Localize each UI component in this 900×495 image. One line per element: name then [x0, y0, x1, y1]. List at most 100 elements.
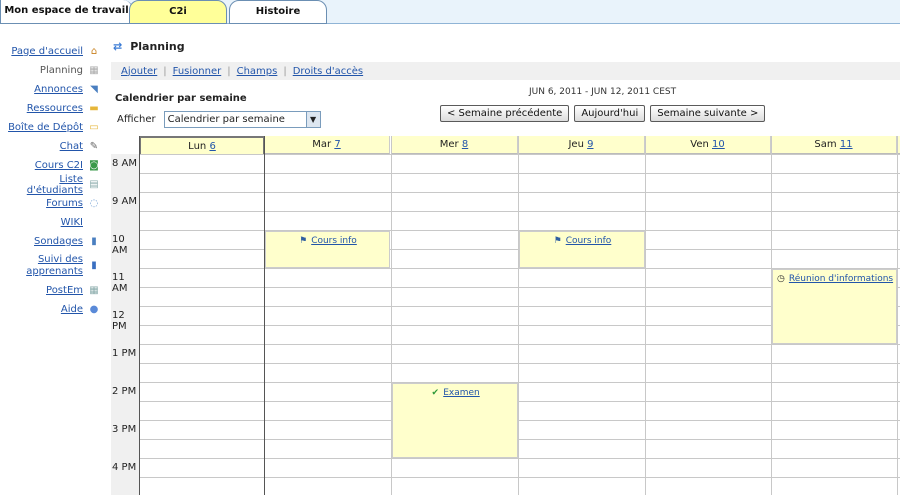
poll-icon: ▮ — [91, 235, 97, 247]
sidebar-item[interactable]: Aide ● — [0, 300, 104, 319]
check-icon: ✔ — [431, 388, 439, 398]
day-header: Ven 10 — [645, 136, 771, 154]
calendar-event[interactable]: ✔ Examen — [392, 383, 518, 458]
tab-bar: Mon espace de travail C2i Histoire — [0, 0, 900, 24]
sidebar-item-label: Planning — [39, 65, 83, 76]
hour-label: 9 AM — [112, 196, 138, 207]
forum-icon: ◌ — [89, 197, 99, 209]
flag-icon: ⚑ — [553, 236, 562, 246]
prev-week-button[interactable]: < Semaine précédente — [440, 105, 570, 122]
event-title[interactable]: Examen — [443, 388, 480, 398]
chat-icon: ✎ — [89, 140, 99, 152]
grid-row-line — [139, 382, 900, 383]
grid-col-line — [264, 136, 265, 495]
grid-row-line — [139, 420, 900, 421]
sidebar-item-label: Liste d'étudiants — [26, 173, 83, 196]
grid-row-line — [139, 363, 900, 364]
add-link[interactable]: Ajouter — [121, 66, 157, 77]
sidebar-item[interactable]: Forums ◌ — [0, 194, 104, 213]
roster-icon: ▤ — [89, 178, 99, 190]
hour-label: 2 PM — [112, 386, 137, 397]
help-icon: ● — [89, 303, 99, 315]
day-name: Mer — [439, 139, 459, 150]
sidebar-item[interactable]: Planning ▦ — [0, 61, 104, 80]
week-nav: < Semaine précédente Aujourd'hui Semaine… — [440, 105, 766, 122]
view-select[interactable]: Calendrier par semaine ▼ — [163, 111, 321, 128]
tab-histoire[interactable]: Histoire — [229, 0, 327, 24]
event-title[interactable]: Cours info — [311, 236, 357, 246]
day-number-link[interactable]: 9 — [587, 139, 593, 150]
calendar-heading: Calendrier par semaine — [115, 93, 247, 104]
hour-label: 10 AM — [112, 234, 128, 256]
day-name: Sam — [814, 139, 837, 150]
sidebar-item[interactable]: Sondages ▮ — [0, 232, 104, 251]
view-row: Afficher Calendrier par semaine ▼ — [117, 111, 321, 128]
hour-label: 1 PM — [112, 348, 137, 359]
grid-row-line — [139, 401, 900, 402]
day-name: Ven — [690, 139, 709, 150]
day-number-link[interactable]: 11 — [840, 139, 853, 150]
grid-row-line — [139, 154, 900, 155]
grid-row-line — [139, 211, 900, 212]
grid-row-line — [139, 173, 900, 174]
sidebar-item[interactable]: Cours C2I ◙ — [0, 156, 104, 175]
calendar-event[interactable]: ⚑ Cours info — [519, 231, 645, 268]
fields-link[interactable]: Champs — [237, 66, 278, 77]
clock-icon: ◷ — [776, 274, 785, 284]
sidebar: Page d'accueil ⌂ Planning ▦ Annonces ◥ Ressour… — [0, 42, 104, 319]
day-number-link[interactable]: 7 — [334, 139, 340, 150]
day-number-link[interactable]: 6 — [209, 141, 215, 152]
grid-row-line — [139, 477, 900, 478]
sidebar-item[interactable]: Ressources ▬ — [0, 99, 104, 118]
grid-col-line — [897, 136, 898, 495]
sidebar-item-label: Boîte de Dépôt — [8, 122, 83, 133]
course-icon: ◙ — [89, 159, 99, 171]
view-select-value: Calendrier par semaine — [167, 114, 285, 125]
sidebar-item[interactable]: PostEm ▦ — [0, 281, 104, 300]
sidebar-item[interactable]: Chat ✎ — [0, 137, 104, 156]
event-title[interactable]: Cours info — [566, 236, 612, 246]
event-title[interactable]: Réunion d'informations — [789, 274, 893, 284]
tab-workspace[interactable]: Mon espace de travail — [0, 0, 133, 24]
next-week-button[interactable]: Semaine suivante > — [650, 105, 766, 122]
action-bar: Ajouter | Fusionner | Champs | Droits d'… — [111, 62, 900, 80]
sidebar-item[interactable]: Page d'accueil ⌂ — [0, 42, 104, 61]
sidebar-item[interactable]: WIKI — [0, 213, 104, 232]
sidebar-item[interactable]: Annonces ◥ — [0, 80, 104, 99]
dropbox-icon: ▭ — [89, 121, 99, 133]
sidebar-item-label: Aide — [60, 304, 83, 315]
sidebar-item[interactable]: Liste d'étudiants ▤ — [0, 173, 104, 196]
hour-label: 3 PM — [112, 424, 137, 435]
flag-icon: ⚑ — [299, 236, 308, 246]
day-number-link[interactable]: 8 — [462, 139, 468, 150]
page-title-text: Planning — [130, 40, 185, 53]
calendar-event[interactable]: ⚑ Cours info — [265, 231, 390, 268]
home-icon: ⌂ — [90, 45, 98, 57]
hour-label: 8 AM — [112, 158, 138, 169]
week-grid: Lun 6 Mar 7 Mer 8 Jeu 9 Ven 10 Sam 11 8 AM 9 AM… — [111, 136, 900, 495]
day-name: Mar — [312, 139, 332, 150]
refresh-icon[interactable]: ⇄ — [113, 40, 122, 53]
grid-row-line — [139, 344, 900, 345]
grid-row-line — [139, 192, 900, 193]
day-number-link[interactable]: 10 — [712, 139, 725, 150]
merge-link[interactable]: Fusionner — [173, 66, 222, 77]
grid-col-line — [645, 136, 646, 495]
day-header: Sam 11 — [771, 136, 897, 154]
tab-c2i[interactable]: C2i — [129, 0, 227, 24]
calendar-event[interactable]: ◷ Réunion d'informations — [772, 269, 897, 344]
page-title: ⇄ Planning — [113, 40, 185, 53]
sidebar-item-label: Forums — [46, 198, 83, 209]
sidebar-item-label: Cours C2I — [34, 160, 83, 171]
grid-col-line — [139, 136, 140, 495]
grid-col-line — [518, 136, 519, 495]
sidebar-item-label: Ressources — [26, 103, 83, 114]
chevron-down-icon[interactable]: ▼ — [305, 112, 320, 127]
permissions-link[interactable]: Droits d'accès — [293, 66, 363, 77]
sidebar-item[interactable]: Boîte de Dépôt ▭ — [0, 118, 104, 137]
postem-icon: ▦ — [89, 284, 99, 296]
sidebar-item-label: PostEm — [46, 285, 83, 296]
sidebar-item[interactable]: Suivi des apprenants ▮ — [0, 251, 104, 281]
today-button[interactable]: Aujourd'hui — [574, 105, 646, 122]
sidebar-item-label: Page d'accueil — [11, 46, 83, 57]
